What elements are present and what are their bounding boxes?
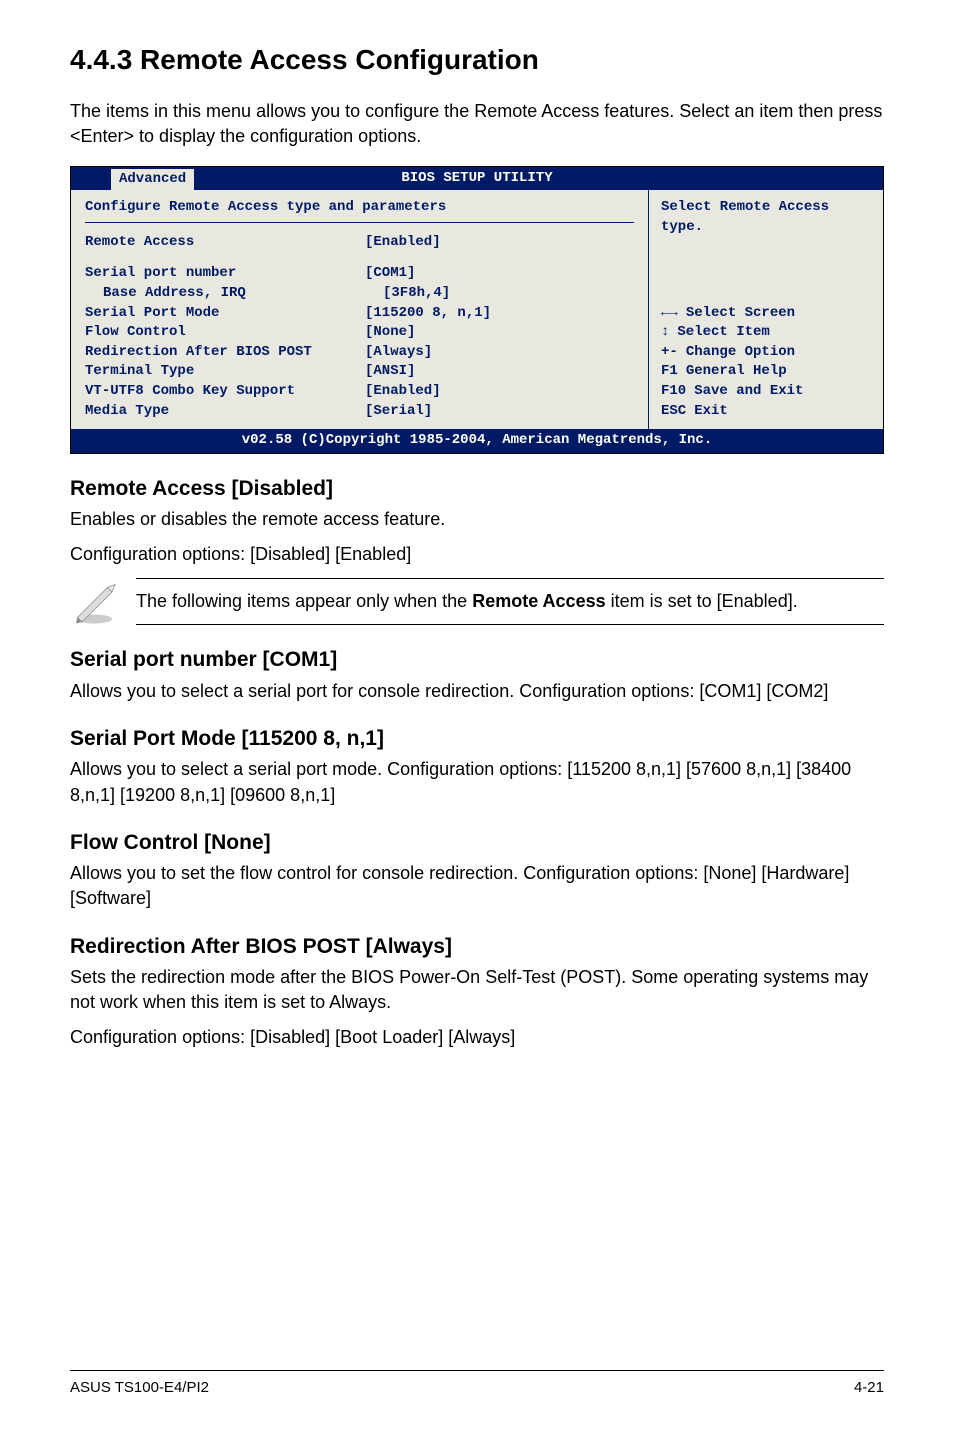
- bios-value: [Enabled]: [365, 382, 441, 402]
- body-text: Allows you to select a serial port for c…: [70, 679, 884, 704]
- bios-label: Serial port number: [85, 264, 365, 284]
- bios-panel-header: Configure Remote Access type and paramet…: [85, 198, 634, 218]
- bios-tab-advanced: Advanced: [111, 169, 194, 191]
- bios-row: Remote Access [Enabled]: [85, 233, 634, 253]
- bios-value: [Serial]: [365, 402, 432, 422]
- bios-label: Redirection After BIOS POST: [85, 343, 365, 363]
- bios-row: Flow Control [None]: [85, 323, 634, 343]
- subsection-redirection-after-post: Redirection After BIOS POST [Always]: [70, 932, 884, 961]
- bios-screenshot: BIOS SETUP UTILITY Advanced Configure Re…: [70, 166, 884, 454]
- subsection-remote-access: Remote Access [Disabled]: [70, 474, 884, 503]
- nav-key: F1: [661, 362, 678, 382]
- note-suffix: item is set to [Enabled].: [606, 591, 798, 611]
- bios-row: Terminal Type [ANSI]: [85, 362, 634, 382]
- arrow-left-right-icon: [661, 304, 678, 324]
- bios-footer: v02.58 (C)Copyright 1985-2004, American …: [71, 429, 883, 453]
- note-block: The following items appear only when the…: [70, 577, 884, 625]
- bios-value: [Enabled]: [365, 233, 441, 253]
- nav-general-help: General Help: [686, 362, 787, 382]
- arrow-up-down-icon: [661, 323, 669, 343]
- subsection-serial-port-number: Serial port number [COM1]: [70, 645, 884, 674]
- bios-label: Remote Access: [85, 233, 365, 253]
- nav-select-item: Select Item: [677, 323, 769, 343]
- body-text: Enables or disables the remote access fe…: [70, 507, 884, 532]
- bios-row: Serial Port Mode [115200 8, n,1]: [85, 304, 634, 324]
- bios-title-bar: BIOS SETUP UTILITY Advanced: [71, 167, 883, 191]
- body-text: Sets the redirection mode after the BIOS…: [70, 965, 884, 1015]
- bios-row: Base Address, IRQ [3F8h,4]: [85, 284, 634, 304]
- bios-help-text: Select Remote Access type.: [661, 198, 871, 237]
- bios-label: Media Type: [85, 402, 365, 422]
- bios-value: [COM1]: [365, 264, 415, 284]
- divider: [85, 222, 634, 223]
- subsection-flow-control: Flow Control [None]: [70, 828, 884, 857]
- bios-nav-list: Select Screen Select Item +- Change Optio…: [661, 304, 871, 422]
- bios-row: Redirection After BIOS POST [Always]: [85, 343, 634, 363]
- bios-label: Terminal Type: [85, 362, 365, 382]
- footer-right: 4-21: [854, 1377, 884, 1398]
- bios-value: [None]: [365, 323, 415, 343]
- nav-key: F10: [661, 382, 686, 402]
- intro-paragraph: The items in this menu allows you to con…: [70, 99, 884, 149]
- body-text: Allows you to set the flow control for c…: [70, 861, 884, 911]
- subsection-serial-port-mode: Serial Port Mode [115200 8, n,1]: [70, 724, 884, 753]
- section-heading: 4.4.3 Remote Access Configuration: [70, 40, 884, 79]
- bios-left-panel: Configure Remote Access type and paramet…: [71, 190, 648, 429]
- note-prefix: The following items appear only when the: [136, 591, 472, 611]
- bios-value: [ANSI]: [365, 362, 415, 382]
- nav-change-option: Change Option: [686, 343, 795, 363]
- bios-row: Serial port number [COM1]: [85, 264, 634, 284]
- bios-title: BIOS SETUP UTILITY: [401, 170, 552, 186]
- bios-row: Media Type [Serial]: [85, 402, 634, 422]
- body-text: Allows you to select a serial port mode.…: [70, 757, 884, 807]
- bios-row: VT-UTF8 Combo Key Support [Enabled]: [85, 382, 634, 402]
- bios-label: Flow Control: [85, 323, 365, 343]
- bios-value: [Always]: [365, 343, 432, 363]
- pencil-icon: [70, 577, 118, 625]
- bios-value: [3F8h,4]: [383, 284, 450, 304]
- body-text: Configuration options: [Disabled] [Enabl…: [70, 542, 884, 567]
- bios-label: Serial Port Mode: [85, 304, 365, 324]
- bios-label: VT-UTF8 Combo Key Support: [85, 382, 365, 402]
- note-bold: Remote Access: [472, 591, 605, 611]
- nav-key: ESC: [661, 402, 686, 422]
- bios-value: [115200 8, n,1]: [365, 304, 491, 324]
- nav-exit: Exit: [694, 402, 728, 422]
- nav-select-screen: Select Screen: [686, 304, 795, 324]
- nav-save-exit: Save and Exit: [694, 382, 803, 402]
- page-footer: ASUS TS100-E4/PI2 4-21: [70, 1370, 884, 1398]
- body-text: Configuration options: [Disabled] [Boot …: [70, 1025, 884, 1050]
- nav-key: +-: [661, 343, 678, 363]
- footer-left: ASUS TS100-E4/PI2: [70, 1377, 209, 1398]
- bios-label: Base Address, IRQ: [85, 284, 383, 304]
- note-text: The following items appear only when the…: [136, 578, 884, 625]
- bios-right-panel: Select Remote Access type. Select Screen…: [648, 190, 883, 429]
